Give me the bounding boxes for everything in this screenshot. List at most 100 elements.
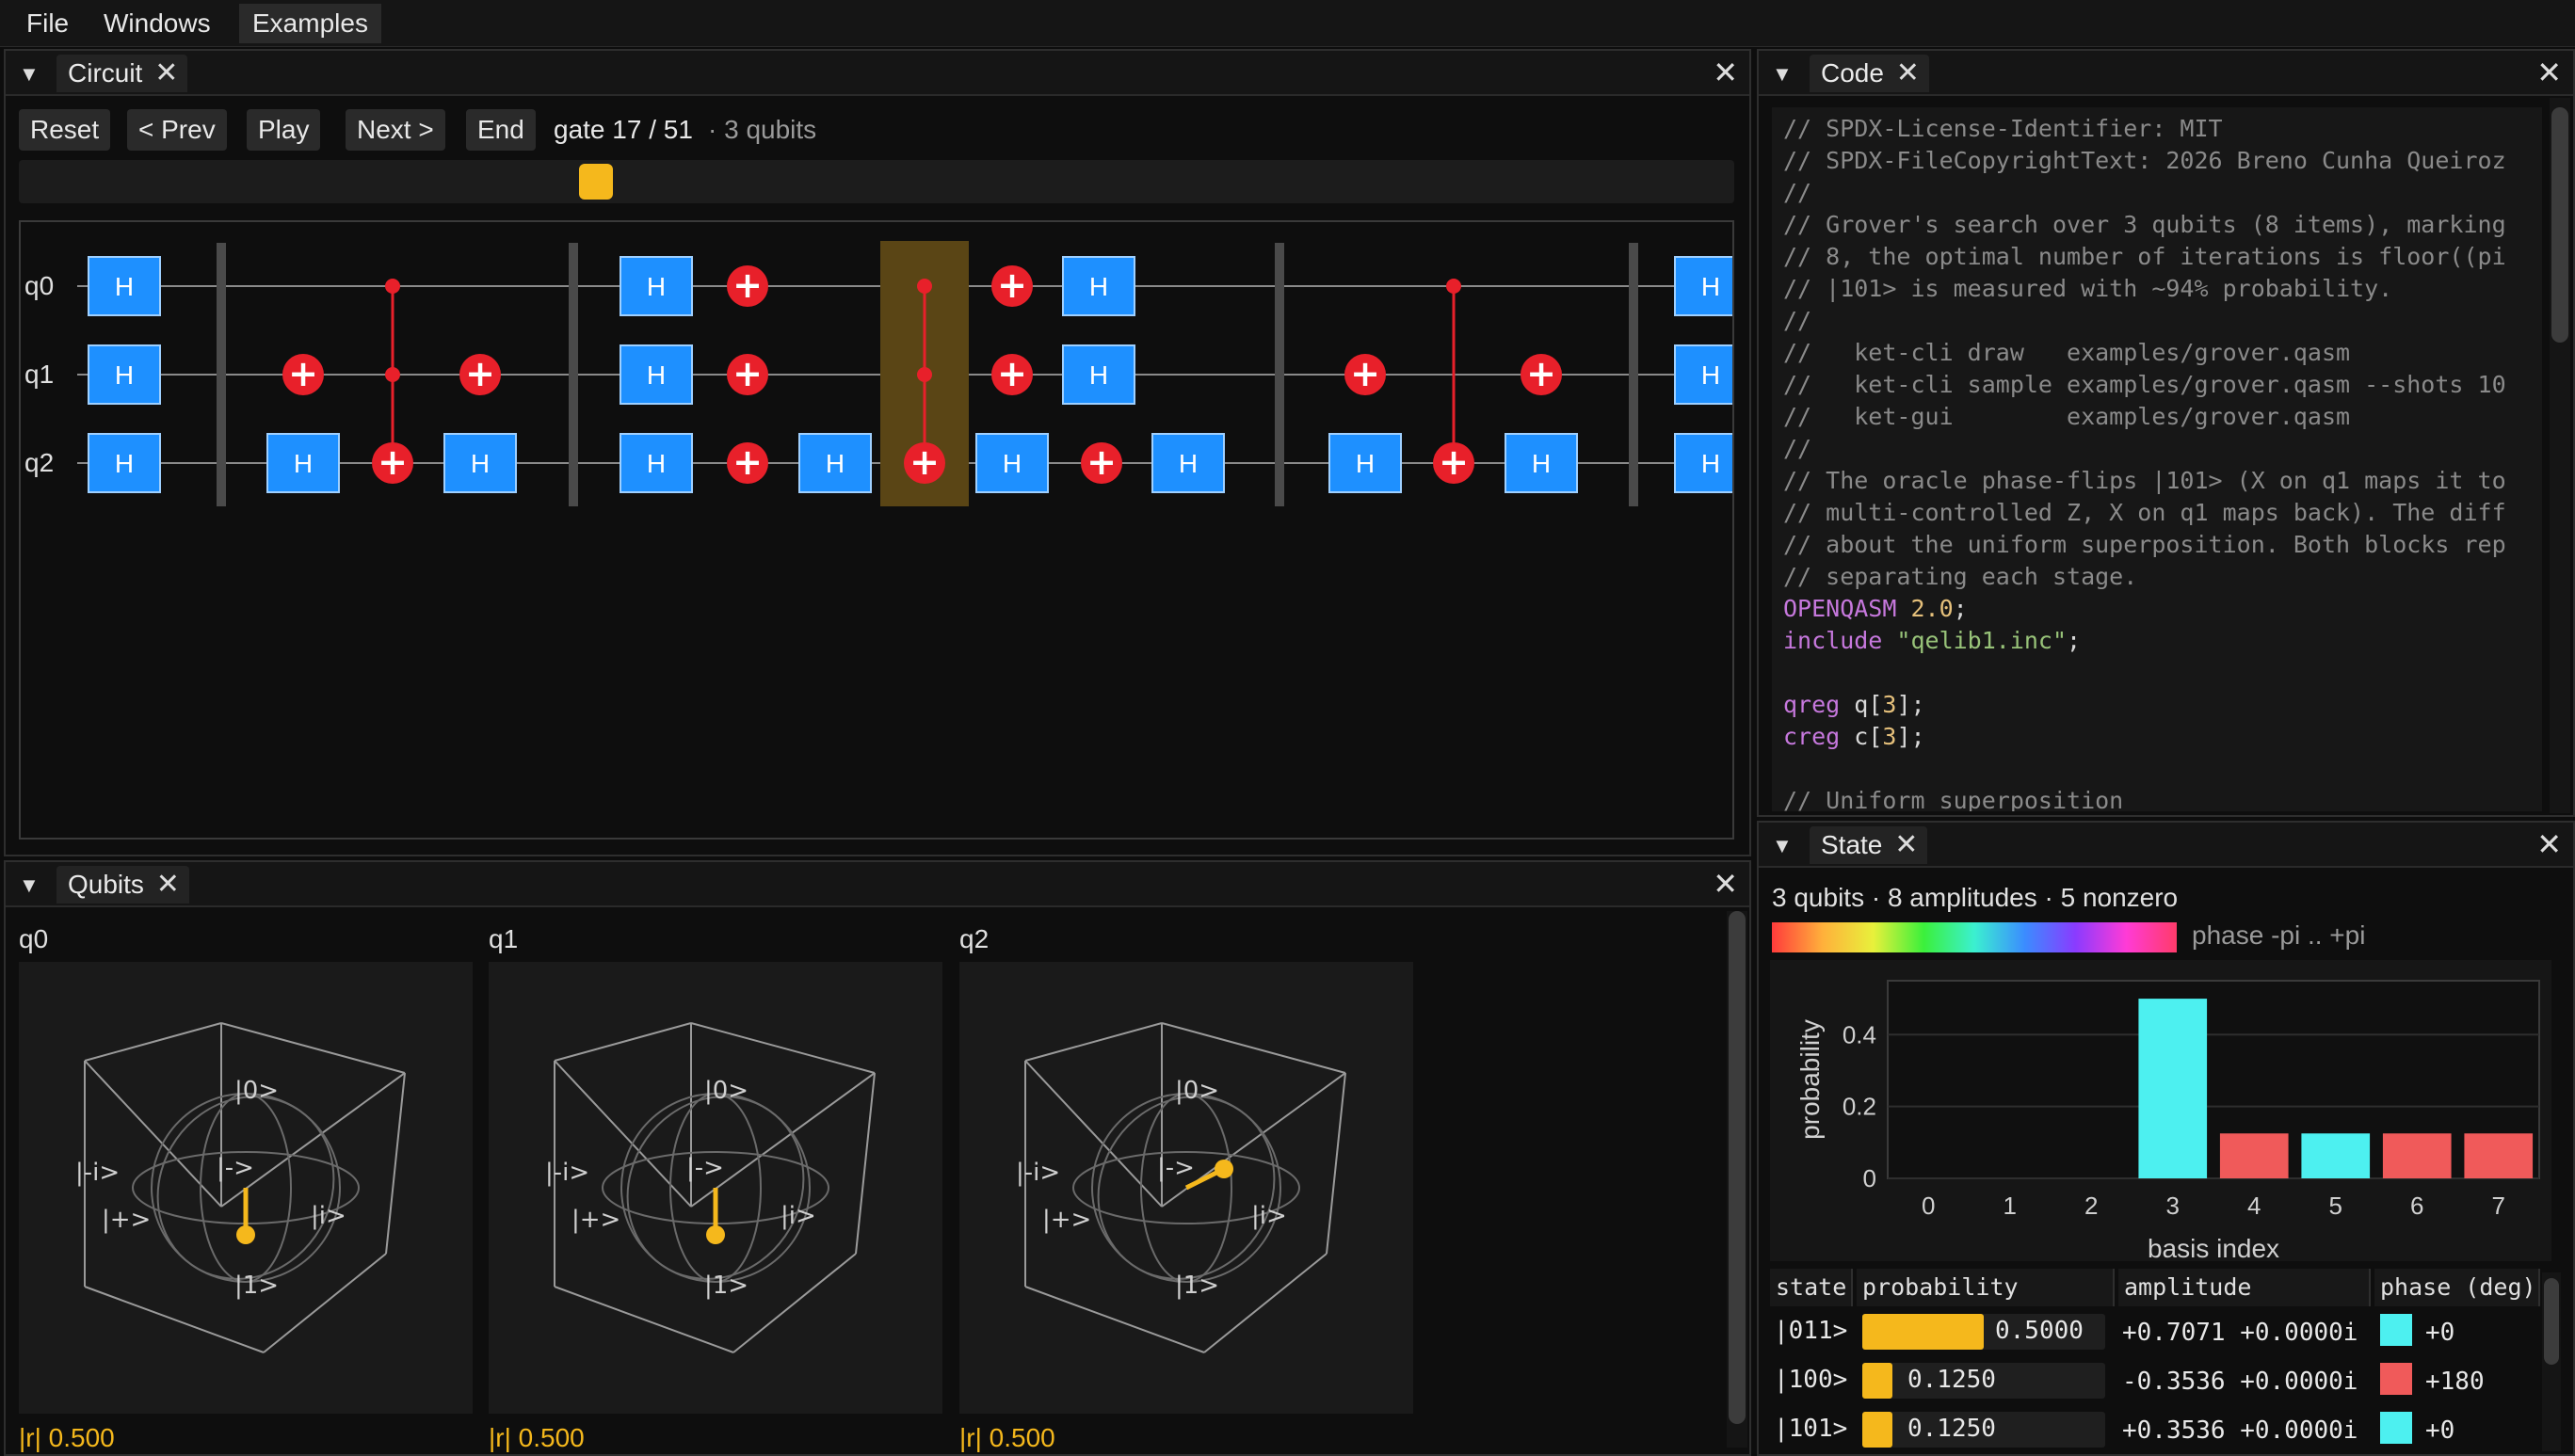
gate-slider[interactable]: [19, 160, 1734, 203]
h-gate[interactable]: H: [1674, 344, 1732, 405]
h-gate[interactable]: H: [1151, 433, 1225, 493]
menu-windows[interactable]: Windows: [90, 4, 224, 43]
close-icon[interactable]: ✕: [1894, 826, 1918, 864]
cube-edge: [1024, 1022, 1163, 1062]
qubits-scrollbar[interactable]: [1727, 911, 1747, 1448]
x-gate[interactable]: +: [282, 353, 324, 395]
x-gate[interactable]: +: [372, 441, 413, 484]
h-gate[interactable]: H: [620, 344, 693, 405]
bloch-sphere-view[interactable]: |0> |1> |+> |-> |i> |-i>: [489, 962, 942, 1414]
axis-label-minus: |->: [217, 1154, 254, 1182]
x-tick-label: 2: [2084, 1192, 2098, 1220]
x-gate[interactable]: +: [459, 353, 501, 395]
x-gate-plus: +: [1350, 353, 1380, 394]
code-line: include "qelib1.inc";: [1783, 625, 2081, 657]
axis-label-plus: |+>: [571, 1206, 620, 1234]
y-tick-label: 0.2: [1843, 1093, 1876, 1121]
h-gate[interactable]: H: [1062, 256, 1135, 316]
cube-edge: [855, 1072, 876, 1255]
x-gate[interactable]: +: [727, 353, 768, 395]
amplitude-cell: +0.7071 +0.0000i: [2122, 1319, 2358, 1347]
wire-label-q1: q1: [24, 360, 54, 389]
close-panel-icon[interactable]: ✕: [2536, 826, 2562, 862]
code-scrollbar-thumb[interactable]: [2551, 107, 2568, 343]
prev-button[interactable]: < Prev: [127, 109, 227, 151]
tab-code[interactable]: Code ✕: [1810, 55, 1929, 92]
h-gate[interactable]: H: [620, 433, 693, 493]
phase-cell: +180: [2425, 1368, 2485, 1396]
h-gate[interactable]: H: [1328, 433, 1402, 493]
table-header-state[interactable]: state: [1770, 1269, 1853, 1306]
close-icon[interactable]: ✕: [154, 55, 178, 92]
reset-button[interactable]: Reset: [19, 109, 111, 151]
x-gate[interactable]: +: [1344, 353, 1386, 395]
x-gate[interactable]: +: [727, 264, 768, 307]
close-icon[interactable]: ✕: [1896, 55, 1920, 92]
barrier: [1275, 243, 1284, 506]
h-gate[interactable]: H: [1505, 433, 1578, 493]
x-gate[interactable]: +: [727, 441, 768, 484]
next-button[interactable]: Next >: [346, 109, 445, 151]
h-gate-label: H: [1701, 449, 1720, 478]
x-gate-plus: +: [732, 353, 763, 394]
h-gate[interactable]: H: [443, 433, 517, 493]
h-gate[interactable]: H: [975, 433, 1049, 493]
collapse-triangle-icon[interactable]: ▼: [19, 873, 40, 898]
table-header-amplitude[interactable]: amplitude: [2118, 1269, 2371, 1306]
axis-label-i: |i>: [781, 1202, 816, 1230]
close-icon[interactable]: ✕: [156, 866, 180, 904]
sphere-title-q1: q1: [489, 924, 519, 953]
x-tick-label: 4: [2247, 1192, 2261, 1220]
tab-circuit[interactable]: Circuit ✕: [56, 55, 188, 92]
bloch-sphere-view[interactable]: |0> |1> |+> |-> |i> |-i>: [19, 962, 473, 1414]
close-panel-icon[interactable]: ✕: [1713, 55, 1738, 90]
h-gate[interactable]: H: [266, 433, 340, 493]
table-header-phase[interactable]: phase (deg): [2374, 1269, 2540, 1306]
state-table-scrollbar-thumb[interactable]: [2544, 1278, 2559, 1365]
code-token: //: [1783, 179, 1812, 206]
state-table-scrollbar[interactable]: [2542, 1272, 2561, 1451]
x-gate-plus: +: [1526, 353, 1556, 394]
h-gate[interactable]: H: [88, 256, 161, 316]
h-gate[interactable]: H: [1062, 344, 1135, 405]
menu-examples[interactable]: Examples: [239, 4, 381, 43]
h-gate[interactable]: H: [1674, 256, 1732, 316]
slider-handle[interactable]: [578, 164, 613, 200]
h-gate[interactable]: H: [88, 344, 161, 405]
table-header-probability[interactable]: probability: [1857, 1269, 2115, 1306]
end-button[interactable]: End: [466, 109, 536, 151]
code-editor[interactable]: // SPDX-License-Identifier: MIT // SPDX-F…: [1772, 107, 2542, 811]
h-gate[interactable]: H: [798, 433, 872, 493]
play-button[interactable]: Play: [247, 109, 321, 151]
axis-label-minus: |->: [686, 1154, 724, 1182]
x-gate[interactable]: +: [1433, 441, 1474, 484]
x-gate[interactable]: +: [904, 441, 945, 484]
tab-qubits[interactable]: Qubits ✕: [56, 866, 189, 904]
axis-label-plus: |+>: [1042, 1206, 1091, 1234]
close-panel-icon[interactable]: ✕: [1713, 866, 1738, 902]
x-gate[interactable]: +: [991, 264, 1033, 307]
x-gate[interactable]: +: [1081, 441, 1122, 484]
cube-edge: [690, 1022, 876, 1074]
collapse-triangle-icon[interactable]: ▼: [19, 62, 40, 87]
h-gate[interactable]: H: [1674, 433, 1732, 493]
code-token: // Grover's search over 3 qubits (8 item…: [1783, 211, 2506, 238]
x-gate[interactable]: +: [991, 353, 1033, 395]
collapse-triangle-icon[interactable]: ▼: [1772, 834, 1793, 858]
h-gate-label: H: [1701, 360, 1720, 390]
h-gate[interactable]: H: [88, 433, 161, 493]
code-text: // SPDX-License-Identifier: MIT // SPDX-F…: [1783, 113, 2542, 811]
close-panel-icon[interactable]: ✕: [2536, 55, 2562, 90]
x-gate[interactable]: +: [1521, 353, 1562, 395]
bloch-sphere-view[interactable]: |0> |1> |+> |-> |i> |-i>: [959, 962, 1413, 1414]
code-scrollbar[interactable]: [2550, 98, 2570, 813]
circuit-diagram: q0 q1 q2 H H H H H H H H H H H H H H H H H H + + + + + + + + + + + + +: [24, 241, 1732, 506]
tab-state[interactable]: State ✕: [1810, 826, 1928, 864]
code-line: //: [1783, 177, 1811, 209]
qubits-scrollbar-thumb[interactable]: [1729, 911, 1746, 1424]
probability-chart: 0 0.2 0.4 0 1 2 3 4 5 6 7 basis index probability: [1770, 960, 2551, 1261]
phase-swatch: [2380, 1412, 2412, 1444]
h-gate[interactable]: H: [620, 256, 693, 316]
menu-file[interactable]: File: [13, 4, 82, 43]
collapse-triangle-icon[interactable]: ▼: [1772, 62, 1793, 87]
